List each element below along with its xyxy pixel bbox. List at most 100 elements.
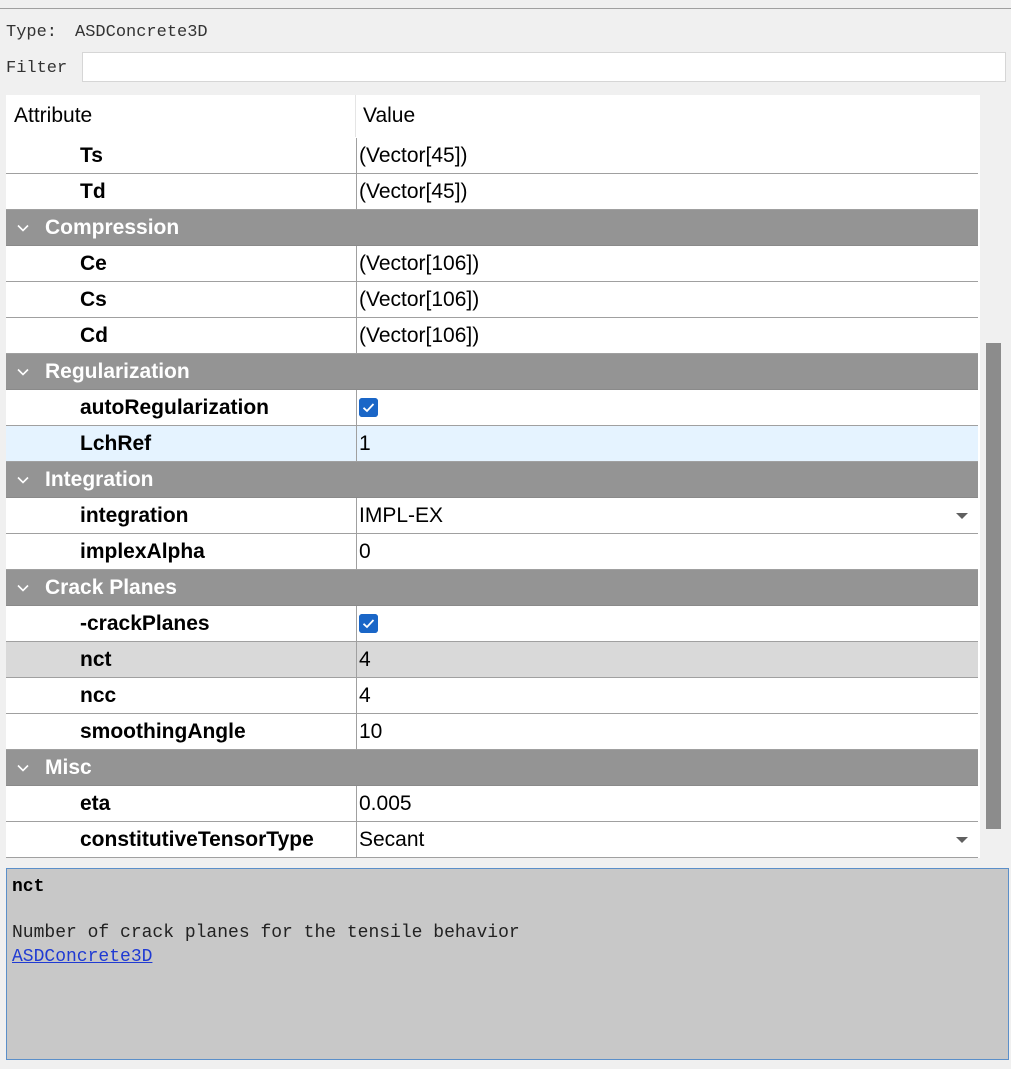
attribute-name: implexAlpha (80, 540, 205, 563)
value-field[interactable]: (Vector[106]) (359, 282, 479, 317)
chevron-down-icon[interactable] (16, 365, 30, 379)
column-separator (356, 390, 357, 425)
property-row[interactable]: Ts (Vector[45]) (6, 138, 978, 174)
group-row[interactable]: Compression (6, 210, 978, 246)
attribute-cell[interactable] (6, 426, 356, 461)
group-row[interactable]: Crack Planes (6, 570, 978, 606)
column-separator (356, 534, 357, 569)
attribute-name: Td (80, 180, 106, 203)
value-field[interactable]: (Vector[106]) (359, 246, 479, 281)
column-separator (356, 822, 357, 857)
group-row[interactable]: Integration (6, 462, 978, 498)
column-separator (356, 174, 357, 209)
property-row[interactable]: Ce (Vector[106]) (6, 246, 978, 282)
property-row[interactable]: LchRef 1 (6, 426, 978, 462)
help-title: nct (12, 877, 45, 897)
column-separator (356, 786, 357, 821)
property-row[interactable]: integration IMPL-EX (6, 498, 978, 534)
column-separator (356, 318, 357, 353)
column-separator (356, 714, 357, 749)
property-row[interactable]: implexAlpha 0 (6, 534, 978, 570)
column-separator (356, 498, 357, 533)
column-separator (356, 642, 357, 677)
attribute-name: smoothingAngle (80, 720, 246, 743)
column-separator (356, 138, 357, 173)
type-value: ASDConcrete3D (75, 23, 208, 42)
attribute-cell[interactable] (6, 174, 356, 209)
column-separator (356, 246, 357, 281)
dropdown-arrow-icon[interactable] (956, 837, 968, 843)
value-column-header[interactable]: Value (355, 95, 415, 137)
chevron-down-icon[interactable] (16, 221, 30, 235)
attribute-name: Ts (80, 144, 103, 167)
property-tree[interactable]: Attribute Value Ts (Vector[45]) Td (Vector[… (6, 95, 980, 858)
attribute-cell[interactable] (6, 642, 356, 677)
group-label: Compression (45, 216, 180, 239)
dropdown-arrow-icon[interactable] (956, 513, 968, 519)
property-row[interactable]: Td (Vector[45]) (6, 174, 978, 210)
checkbox-checked-icon[interactable] (359, 614, 378, 633)
attribute-name: nct (80, 648, 112, 671)
attribute-cell[interactable] (6, 282, 356, 317)
value-dropdown[interactable]: Secant (359, 822, 424, 857)
attribute-cell[interactable] (6, 138, 356, 173)
value-field[interactable]: 4 (359, 678, 371, 713)
chevron-down-icon[interactable] (16, 761, 30, 775)
column-separator (356, 282, 357, 317)
attribute-name: Ce (80, 252, 107, 275)
help-panel: nct Number of crack planes for the tensi… (6, 868, 1009, 1060)
group-row[interactable]: Misc (6, 750, 978, 786)
help-link[interactable]: ASDConcrete3D (12, 947, 152, 967)
property-row[interactable]: ncc 4 (6, 678, 978, 714)
attribute-name: -crackPlanes (80, 612, 210, 635)
attribute-name: eta (80, 792, 111, 815)
filter-label: Filter (6, 59, 68, 78)
attribute-name: ncc (80, 684, 117, 707)
value-field[interactable]: 0.005 (359, 786, 412, 821)
column-separator (356, 426, 357, 461)
type-label: Type: (6, 23, 58, 42)
attribute-name: LchRef (80, 432, 152, 455)
column-separator (356, 606, 357, 641)
property-row[interactable]: -crackPlanes (6, 606, 978, 642)
property-row[interactable]: autoRegularization (6, 390, 978, 426)
chevron-down-icon[interactable] (16, 581, 30, 595)
tree-header: Attribute Value (6, 95, 976, 137)
value-cell-highlight (357, 642, 978, 677)
attribute-name: Cs (80, 288, 107, 311)
value-field[interactable]: (Vector[106]) (359, 318, 479, 353)
property-row[interactable]: smoothingAngle 10 (6, 714, 978, 750)
value-field[interactable]: 4 (359, 642, 371, 677)
property-row[interactable]: eta 0.005 (6, 786, 978, 822)
value-dropdown[interactable]: IMPL-EX (359, 498, 443, 533)
attribute-name: integration (80, 504, 189, 527)
property-row[interactable]: Cs (Vector[106]) (6, 282, 978, 318)
attribute-name: Cd (80, 324, 108, 347)
group-label: Integration (45, 468, 154, 491)
group-label: Regularization (45, 360, 190, 383)
column-separator (356, 678, 357, 713)
value-field[interactable]: 0 (359, 534, 371, 569)
group-row[interactable]: Regularization (6, 354, 978, 390)
value-field[interactable]: (Vector[45]) (359, 138, 468, 173)
attribute-column-header[interactable]: Attribute (6, 95, 92, 137)
attribute-cell[interactable] (6, 246, 356, 281)
property-row[interactable]: constitutiveTensorType Secant (6, 822, 978, 858)
attribute-cell[interactable] (6, 678, 356, 713)
value-field[interactable]: (Vector[45]) (359, 174, 468, 209)
value-field[interactable]: 10 (359, 714, 382, 749)
attribute-cell[interactable] (6, 786, 356, 821)
scrollbar-thumb[interactable] (986, 343, 1001, 829)
property-row[interactable]: nct 4 (6, 642, 978, 678)
group-label: Misc (45, 756, 92, 779)
property-row[interactable]: Cd (Vector[106]) (6, 318, 978, 354)
chevron-down-icon[interactable] (16, 473, 30, 487)
type-row: Type: ASDConcrete3D (6, 22, 208, 44)
checkbox-checked-icon[interactable] (359, 398, 378, 417)
value-field[interactable]: 1 (359, 426, 371, 461)
attribute-name: autoRegularization (80, 396, 270, 419)
value-cell-highlight (357, 426, 978, 461)
filter-input[interactable] (82, 52, 1006, 82)
attribute-cell[interactable] (6, 318, 356, 353)
help-description: Number of crack planes for the tensile b… (12, 923, 520, 943)
